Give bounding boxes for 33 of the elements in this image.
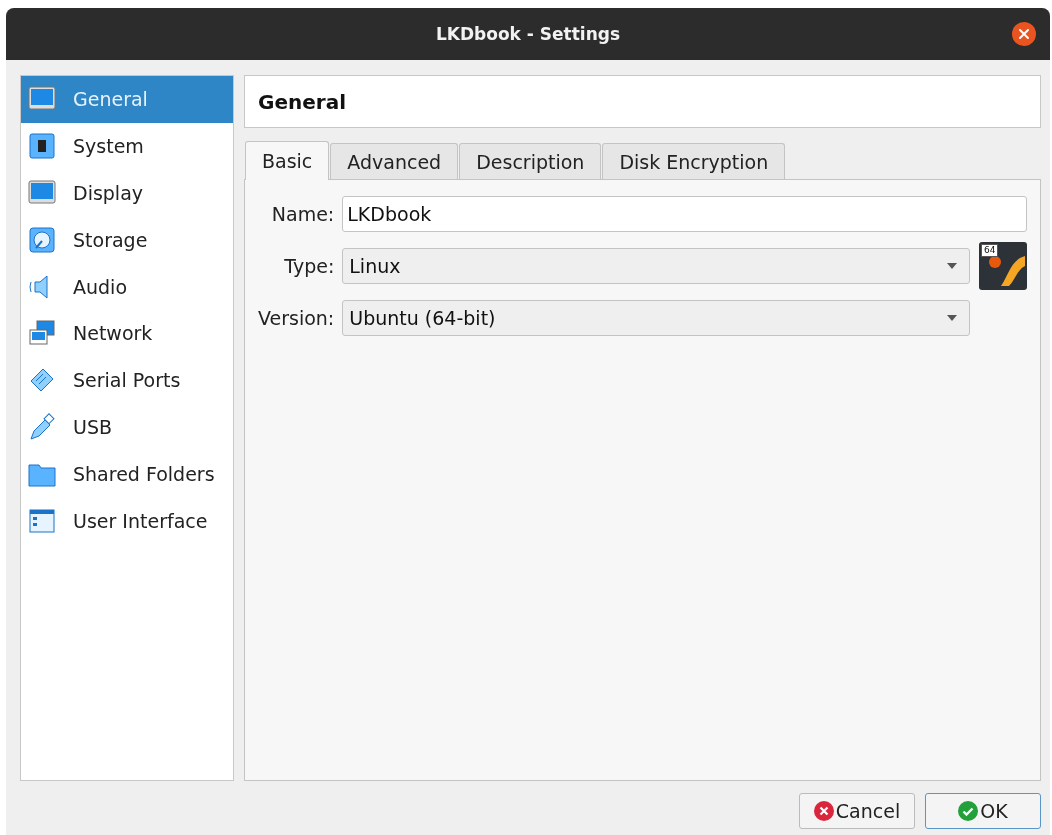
chip-icon [27,131,57,162]
check-icon [958,801,979,821]
version-dropdown[interactable]: Ubuntu (64-bit) [342,300,970,336]
os-badge: 64 [981,244,999,257]
sidebar-item[interactable]: Storage [21,216,233,264]
usb-icon [27,411,57,442]
sidebar-item[interactable]: Network [21,310,233,357]
field-label: Version: [258,307,335,329]
caret-icon [947,315,957,321]
sidebar-item[interactable]: USB [21,403,233,451]
sidebar-item[interactable]: Audio [21,263,233,310]
tab[interactable]: Basic [245,141,330,180]
os-logo-drawing [979,242,1027,290]
sidebar-item[interactable]: Display [21,169,233,217]
close-icon [1018,28,1030,40]
sidebar-item[interactable]: Shared Folders [21,450,233,498]
window-title: LKDbook - Settings [435,24,621,44]
field-label: Type: [283,255,335,277]
tab[interactable]: Description [459,143,602,179]
field-label: Name: [270,203,335,225]
cancel-button[interactable]: Cancel [799,793,915,829]
sidebar-item[interactable]: User Interface [21,497,233,544]
tab[interactable]: Advanced [330,143,459,179]
caret-icon [947,263,957,269]
type-dropdown[interactable]: Linux [342,248,970,284]
cross-icon [813,801,834,821]
close-button[interactable] [1012,22,1036,46]
ok-button[interactable]: OK [925,793,1041,829]
sidebar-item[interactable]: System [21,122,233,170]
name-field[interactable]: LKDbook [342,196,1027,232]
tab[interactable]: Disk Encryption [602,143,786,179]
page-title: General [258,89,346,114]
sidebar-item[interactable]: Serial Ports [21,356,233,404]
